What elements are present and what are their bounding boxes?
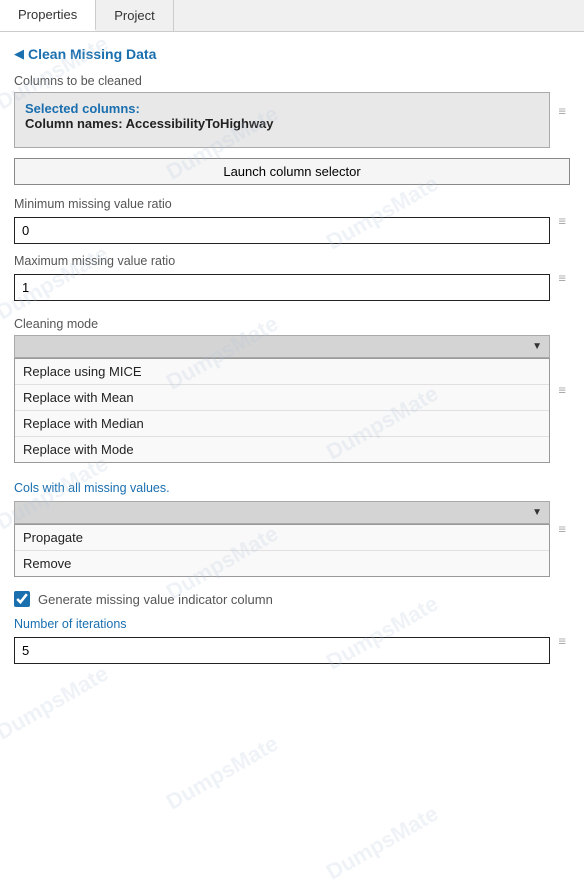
cleaning-mode-dropdown[interactable]: ▼ xyxy=(14,335,550,358)
selected-columns-box: Selected columns: Column names: Accessib… xyxy=(14,92,550,148)
iterations-label: Number of iterations xyxy=(14,617,550,631)
column-names-label: Column names xyxy=(25,116,118,131)
cleaning-mode-menu-icon: ≡ xyxy=(558,383,566,398)
tab-project[interactable]: Project xyxy=(96,0,173,31)
min-ratio-menu-icon: ≡ xyxy=(558,213,566,228)
section-title: Clean Missing Data xyxy=(28,46,156,62)
cols-missing-label: Cols with all missing values. xyxy=(14,481,550,495)
cols-missing-option[interactable]: Propagate xyxy=(15,525,549,551)
cleaning-mode-arrow-icon: ▼ xyxy=(532,341,542,352)
max-ratio-label: Maximum missing value ratio xyxy=(14,254,550,268)
cols-missing-menu-icon: ≡ xyxy=(558,522,566,537)
cols-missing-option[interactable]: Remove xyxy=(15,551,549,576)
selected-columns-value: Column names: AccessibilityToHighway xyxy=(25,116,539,131)
collapse-arrow-icon[interactable]: ◀ xyxy=(14,46,24,62)
cleaning-mode-label: Cleaning mode xyxy=(14,317,550,331)
columns-menu-icon: ≡ xyxy=(558,104,566,119)
cleaning-mode-option[interactable]: Replace with Mean xyxy=(15,385,549,411)
iterations-section: Number of iterations ≡ xyxy=(14,617,570,664)
launch-column-selector-button[interactable]: Launch column selector xyxy=(14,158,570,185)
indicator-checkbox[interactable] xyxy=(14,591,30,607)
selected-columns-title: Selected columns: xyxy=(25,101,539,116)
cols-missing-arrow-icon: ▼ xyxy=(532,507,542,518)
columns-section: Columns to be cleaned Selected columns: … xyxy=(14,74,570,148)
cleaning-mode-option[interactable]: Replace with Median xyxy=(15,411,549,437)
min-ratio-section: Minimum missing value ratio ≡ xyxy=(14,197,570,244)
cleaning-mode-section: Cleaning mode ▼ Replace using MICEReplac… xyxy=(14,317,570,463)
column-names-value: AccessibilityToHighway xyxy=(126,116,274,131)
max-ratio-input[interactable] xyxy=(14,274,550,301)
cleaning-mode-option[interactable]: Replace using MICE xyxy=(15,359,549,385)
iterations-menu-icon: ≡ xyxy=(558,633,566,648)
section-header: ◀ Clean Missing Data xyxy=(14,46,570,62)
cols-missing-section: Cols with all missing values. ▼ Propagat… xyxy=(14,481,570,577)
cleaning-mode-option[interactable]: Replace with Mode xyxy=(15,437,549,462)
tab-properties[interactable]: Properties xyxy=(0,0,96,31)
tab-bar: Properties Project xyxy=(0,0,584,32)
cols-missing-dropdown[interactable]: ▼ xyxy=(14,501,550,524)
max-ratio-menu-icon: ≡ xyxy=(558,270,566,285)
cleaning-mode-list: Replace using MICEReplace with MeanRepla… xyxy=(14,358,550,463)
cols-missing-list: PropagateRemove xyxy=(14,524,550,577)
indicator-checkbox-row: Generate missing value indicator column xyxy=(14,591,570,607)
min-ratio-input[interactable] xyxy=(14,217,550,244)
iterations-input[interactable] xyxy=(14,637,550,664)
columns-label: Columns to be cleaned xyxy=(14,74,550,88)
indicator-checkbox-label: Generate missing value indicator column xyxy=(38,592,273,607)
max-ratio-section: Maximum missing value ratio ≡ xyxy=(14,254,570,301)
main-content: ◀ Clean Missing Data Columns to be clean… xyxy=(0,32,584,684)
min-ratio-label: Minimum missing value ratio xyxy=(14,197,550,211)
